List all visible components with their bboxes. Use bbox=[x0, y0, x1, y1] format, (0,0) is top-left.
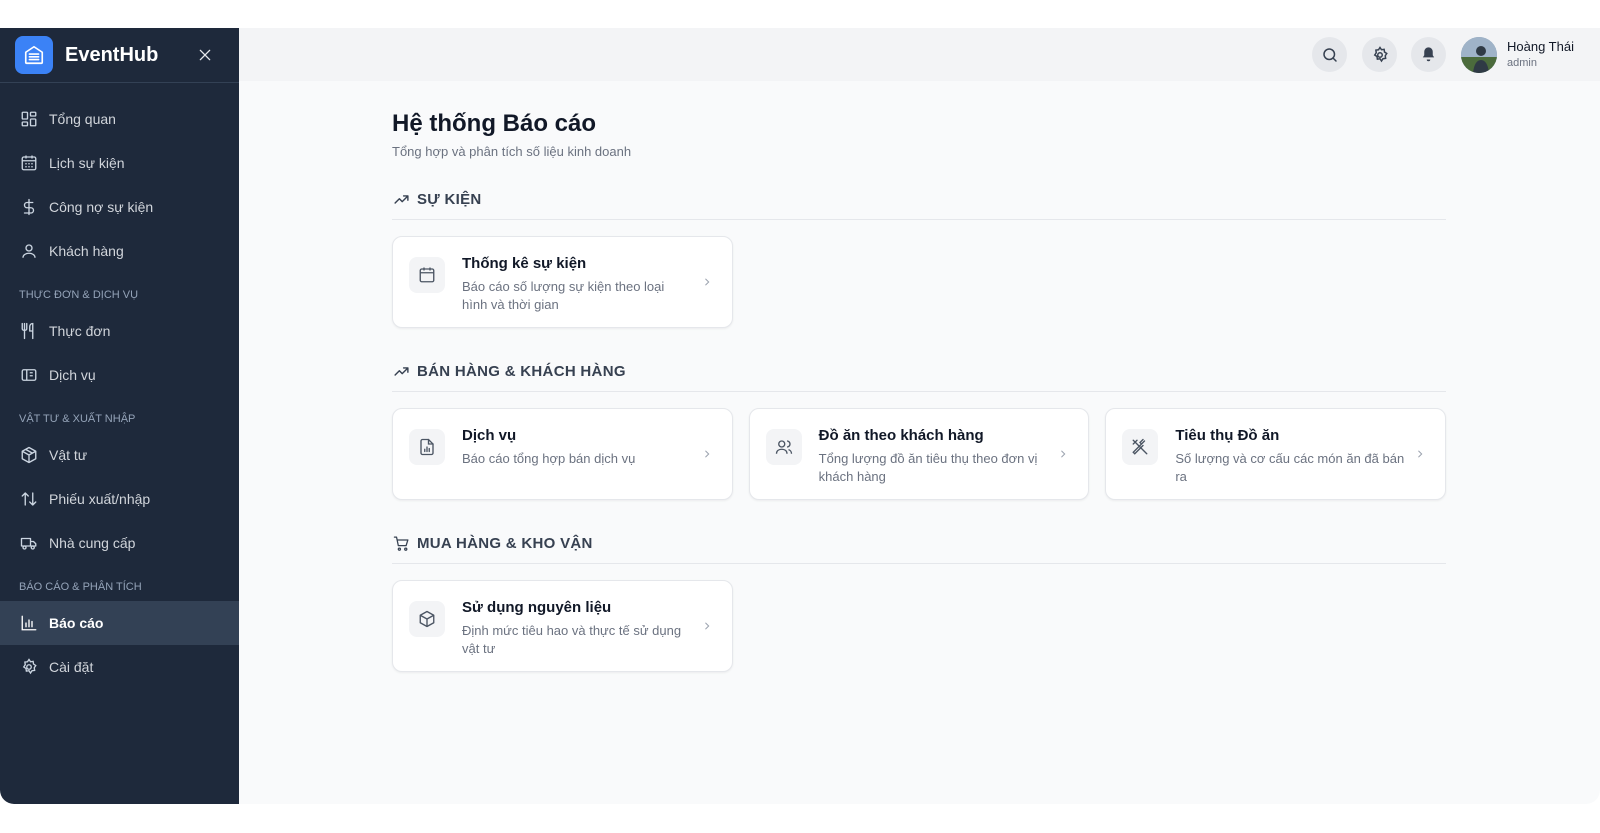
sidebar-item-label: Công nợ sự kiện bbox=[49, 199, 154, 215]
app-logo-icon bbox=[15, 36, 53, 74]
sidebar-item-supplies[interactable]: Vật tư bbox=[0, 433, 239, 477]
sidebar-nav: Tổng quan Lịch sự kiện Công nợ sự kiện K… bbox=[0, 83, 239, 689]
page-subtitle: Tổng hợp và phân tích số liệu kinh doanh bbox=[392, 144, 632, 159]
brand-header: EventHub bbox=[0, 28, 239, 83]
bell-icon bbox=[1422, 47, 1435, 62]
close-icon bbox=[199, 49, 211, 61]
sidebar-item-label: Phiếu xuất/nhập bbox=[49, 491, 151, 507]
bar-chart-icon bbox=[19, 613, 39, 633]
sidebar-item-overview[interactable]: Tổng quan bbox=[0, 97, 239, 141]
section-header: SỰ KIỆN bbox=[392, 188, 1446, 210]
report-card-services[interactable]: Dịch vụ Báo cáo tổng hợp bán dịch vụ bbox=[392, 408, 733, 500]
sidebar-item-label: Thực đơn bbox=[49, 323, 111, 339]
calendar-icon bbox=[409, 257, 445, 293]
gear-icon bbox=[1373, 45, 1388, 62]
section-divider bbox=[392, 391, 1446, 392]
card-title: Đồ ăn theo khách hàng bbox=[818, 427, 984, 444]
section-header: BÁN HÀNG & KHÁCH HÀNG bbox=[392, 360, 1446, 382]
package-icon bbox=[409, 601, 445, 637]
sidebar-item-reports[interactable]: Báo cáo bbox=[0, 601, 239, 645]
utensils-icon bbox=[19, 321, 39, 341]
app-window: EventHub Tổng quan Lịch sự kiện Công nợ … bbox=[0, 28, 1600, 804]
sidebar-item-label: Báo cáo bbox=[49, 615, 104, 631]
sidebar-section-report: BÁO CÁO & PHÂN TÍCH bbox=[19, 581, 142, 593]
card-description: Báo cáo số lượng sự kiện theo loại hình … bbox=[462, 279, 665, 312]
sidebar-item-menu[interactable]: Thực đơn bbox=[0, 309, 239, 353]
chevron-right-icon bbox=[700, 619, 714, 633]
card-title: Tiêu thụ Đồ ăn bbox=[1175, 427, 1280, 444]
user-name: Hoàng Thái bbox=[1507, 39, 1574, 54]
section-header: MUA HÀNG & KHO VẬN bbox=[392, 532, 1446, 554]
truck-icon bbox=[19, 533, 39, 553]
service-icon bbox=[19, 365, 39, 385]
card-description: Tổng lượng đồ ăn tiêu thụ theo đơn vị kh… bbox=[818, 451, 1038, 484]
section-title: BÁN HÀNG & KHÁCH HÀNG bbox=[417, 362, 626, 380]
layout-grid-icon bbox=[19, 109, 39, 129]
section-divider bbox=[392, 563, 1446, 564]
sidebar-item-customers[interactable]: Khách hàng bbox=[0, 229, 239, 273]
card-description: Định mức tiêu hao và thực tế sử dụng vật… bbox=[462, 623, 682, 656]
card-list: Thống kê sự kiện Báo cáo số lượng sự kiệ… bbox=[392, 236, 1446, 328]
section-title: SỰ KIỆN bbox=[417, 190, 482, 208]
trending-up-icon bbox=[392, 362, 410, 380]
report-card-event-stats[interactable]: Thống kê sự kiện Báo cáo số lượng sự kiệ… bbox=[392, 236, 733, 328]
card-description: Báo cáo tổng hợp bán dịch vụ bbox=[462, 451, 636, 466]
section-sales-customers: BÁN HÀNG & KHÁCH HÀNG Dịch vụ Báo cáo tổ… bbox=[392, 360, 1447, 500]
sidebar-item-label: Tổng quan bbox=[49, 111, 116, 127]
gear-icon bbox=[19, 657, 39, 677]
card-list: Dịch vụ Báo cáo tổng hợp bán dịch vụ Đồ … bbox=[392, 408, 1447, 500]
section-divider bbox=[392, 219, 1446, 220]
sidebar-item-label: Vật tư bbox=[49, 447, 88, 463]
sidebar-item-label: Khách hàng bbox=[49, 243, 124, 259]
sidebar-item-event-debt[interactable]: Công nợ sự kiện bbox=[0, 185, 239, 229]
search-button[interactable] bbox=[1312, 37, 1347, 72]
sidebar-item-label: Dịch vụ bbox=[49, 367, 96, 383]
card-description: Số lượng và cơ cấu các món ăn đã bán ra bbox=[1175, 451, 1405, 484]
sidebar: EventHub Tổng quan Lịch sự kiện Công nợ … bbox=[0, 28, 239, 804]
chevron-right-icon bbox=[700, 275, 714, 289]
card-title: Dịch vụ bbox=[462, 427, 517, 444]
chevron-right-icon bbox=[1056, 447, 1070, 461]
file-chart-icon bbox=[409, 429, 445, 465]
user-icon bbox=[19, 241, 39, 261]
sidebar-item-label: Nhà cung cấp bbox=[49, 535, 136, 551]
sidebar-section-menu: THỰC ĐƠN & DỊCH VỤ bbox=[19, 289, 139, 301]
trending-up-icon bbox=[392, 190, 410, 208]
calendar-icon bbox=[19, 153, 39, 173]
section-events: SỰ KIỆN Thống kê sự kiện Báo cáo số lượn… bbox=[392, 188, 1446, 328]
users-icon bbox=[765, 429, 802, 465]
close-sidebar-button[interactable] bbox=[195, 45, 215, 65]
chevron-right-icon bbox=[1413, 447, 1427, 461]
avatar[interactable] bbox=[1461, 37, 1497, 73]
notifications-button[interactable] bbox=[1411, 37, 1446, 72]
report-card-food-consumption[interactable]: Tiêu thụ Đồ ăn Số lượng và cơ cấu các mó… bbox=[1105, 408, 1447, 500]
sidebar-section-supply: VẬT TƯ & XUẤT NHẬP bbox=[19, 413, 136, 425]
cart-icon bbox=[392, 534, 410, 552]
sidebar-item-label: Lịch sự kiện bbox=[49, 155, 125, 171]
report-card-material-usage[interactable]: Sử dụng nguyên liệu Định mức tiêu hao và… bbox=[392, 580, 733, 672]
main-content: Hệ thống Báo cáo Tổng hợp và phân tích s… bbox=[392, 110, 1447, 672]
section-title: MUA HÀNG & KHO VẬN bbox=[417, 534, 593, 552]
sidebar-item-suppliers[interactable]: Nhà cung cấp bbox=[0, 521, 239, 565]
brand-name: EventHub bbox=[65, 43, 159, 66]
package-icon bbox=[19, 445, 39, 465]
card-list: Sử dụng nguyên liệu Định mức tiêu hao và… bbox=[392, 580, 1446, 672]
card-title: Sử dụng nguyên liệu bbox=[462, 599, 612, 616]
report-card-food-by-customer[interactable]: Đồ ăn theo khách hàng Tổng lượng đồ ăn t… bbox=[748, 408, 1090, 500]
arrows-up-down-icon bbox=[19, 489, 39, 509]
sidebar-item-services[interactable]: Dịch vụ bbox=[0, 353, 239, 397]
user-role: admin bbox=[1507, 57, 1537, 69]
utensils-crossed-icon bbox=[1122, 429, 1159, 465]
settings-button[interactable] bbox=[1362, 37, 1397, 72]
sidebar-item-settings[interactable]: Cài đặt bbox=[0, 645, 239, 689]
dollar-icon bbox=[19, 197, 39, 217]
card-title: Thống kê sự kiện bbox=[462, 255, 587, 272]
page-title: Hệ thống Báo cáo bbox=[392, 110, 597, 137]
sidebar-item-inout-slips[interactable]: Phiếu xuất/nhập bbox=[0, 477, 239, 521]
section-purchasing-logistics: MUA HÀNG & KHO VẬN Sử dụng nguyên liệu Đ… bbox=[392, 532, 1446, 672]
sidebar-item-label: Cài đặt bbox=[49, 659, 94, 675]
sidebar-item-event-calendar[interactable]: Lịch sự kiện bbox=[0, 141, 239, 185]
search-icon bbox=[1322, 47, 1337, 62]
chevron-right-icon bbox=[700, 447, 714, 461]
